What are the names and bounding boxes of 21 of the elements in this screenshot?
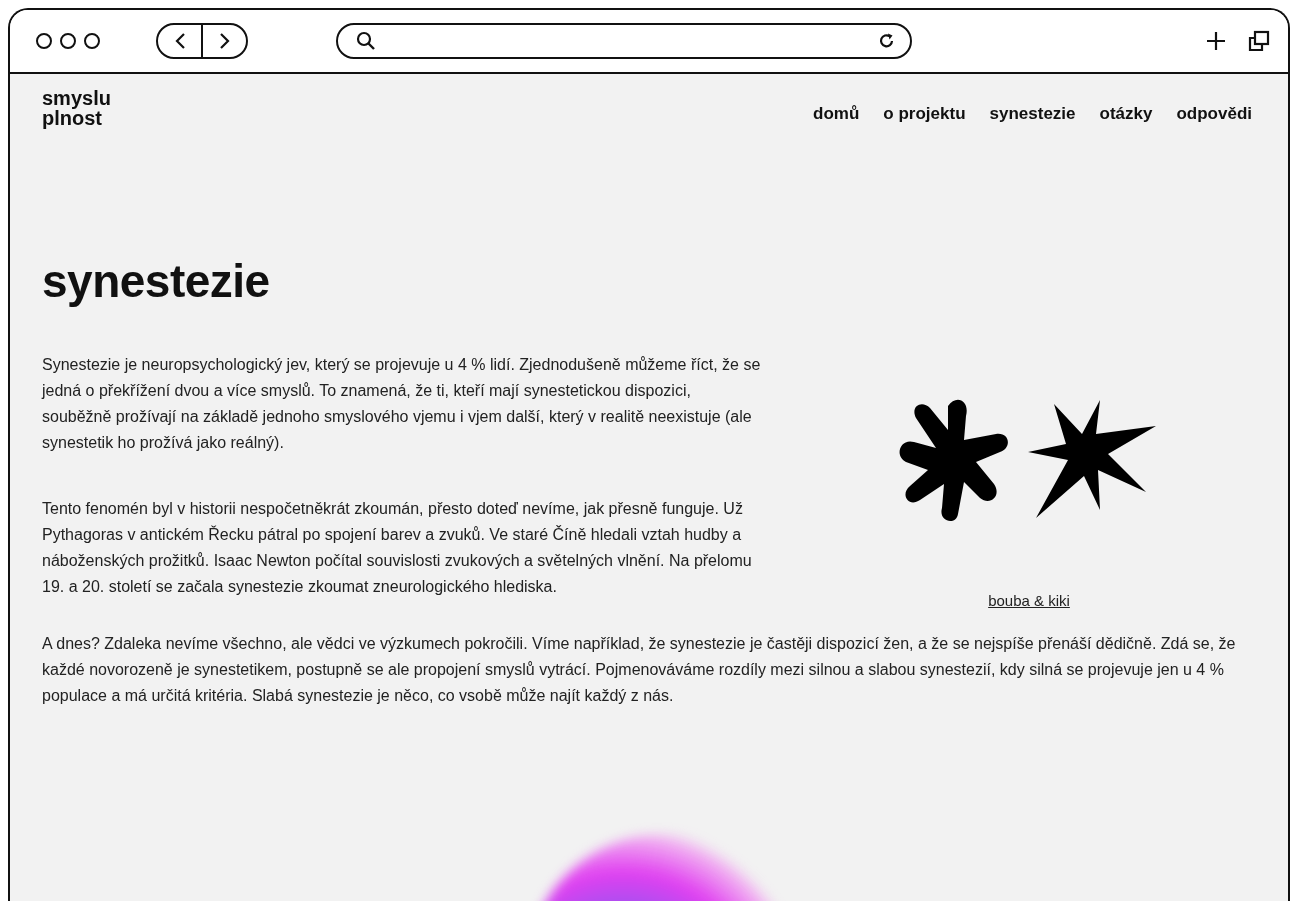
nav-link[interactable]: otázky	[1099, 104, 1153, 124]
figure-caption-link[interactable]: bouba & kiki	[988, 592, 1070, 609]
window-control-icon[interactable]	[60, 33, 76, 49]
reload-icon[interactable]	[878, 32, 896, 50]
windows-icon[interactable]	[1248, 30, 1270, 52]
body-paragraph: Tento fenomén byl v historii nespočetněkrát zkoumán, přesto doteď nevíme, jak přesně funguje. Už Pythagoras v antickém Řecku pátral po spojení barev a zvuků. Ve staré Číně hledali vztah hudby a náboženských prožitků. Isaac Newton počítal souvislosti zvukových a světelných vlnění. Na přelomu 19. a 20. století se začala synestezie zkoumat zneurologického hlediska.	[42, 499, 753, 597]
body-paragraph: A dnes? Zdaleka nevíme všechno, ale vědci ve výzkumech pokročili. Víme například, že synestezie je častěji dispozicí žen, a že se nejspíše přenáší dědičně. Zdá se, že každé novorozeně je synestetikem, postupně se ale propojení smyslů vytrácí. Pojmenováváme rozdíly mezi silnou a slabou synestezií, kdy silná se projevuje jen u 4 % populace a má určitá kritéria. Slabá synestezie je něco, co vsobě může najít každý z nás.	[42, 634, 1237, 706]
nav-link[interactable]: odpovědi	[1176, 104, 1252, 124]
page-heading: synestezie	[42, 254, 271, 308]
chevron-left-icon	[173, 32, 186, 50]
nav-link[interactable]: o projektu	[883, 104, 966, 124]
site-logo[interactable]: smyslu plnost	[42, 88, 111, 128]
nav-link[interactable]: domů	[813, 104, 860, 124]
address-bar[interactable]	[336, 23, 912, 59]
body-paragraph: Synestezie je neuropsychologický jev, který se projevuje u 4 % lidí. Zjednodušeně můžeme říct, že se jedná o překřížení dvou a více smyslů. To znamená, že ti, kteří mají synestetickou dispozici, souběžně prožívají na základě jednoho smyslového vjemu i vjem další, který v realitě neexistuje (ale synestetik ho prožívá jako reálný).	[42, 355, 762, 453]
chevron-right-icon	[218, 32, 231, 50]
nav-link[interactable]: synestezie	[989, 104, 1076, 124]
window-control-icon[interactable]	[84, 33, 100, 49]
plus-icon[interactable]	[1206, 31, 1226, 51]
search-icon	[356, 31, 376, 51]
window-control-icon[interactable]	[36, 33, 52, 49]
